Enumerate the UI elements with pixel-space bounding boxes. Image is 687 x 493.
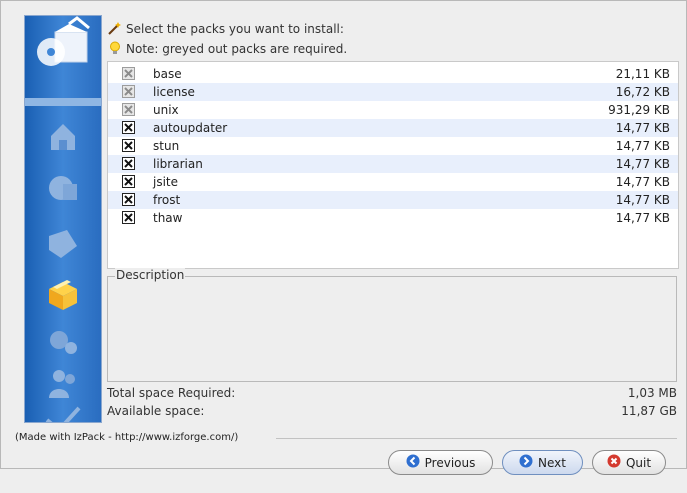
pack-name: jsite xyxy=(153,175,179,189)
pack-size: 14,77 KB xyxy=(615,139,670,153)
pack-name: base xyxy=(153,67,182,81)
available-space-row: Available space: 11,87 GB xyxy=(107,404,677,418)
available-space-label: Available space: xyxy=(107,404,205,418)
pack-row[interactable]: thaw 14,77 KB xyxy=(108,209,678,227)
pack-row[interactable]: frost 14,77 KB xyxy=(108,191,678,209)
pack-name: frost xyxy=(153,193,181,207)
pack-row: license 16,72 KB xyxy=(108,83,678,101)
installer-logo-icon xyxy=(25,16,101,76)
license-icon xyxy=(43,170,83,206)
cancel-icon xyxy=(607,454,621,471)
quit-label: Quit xyxy=(625,455,652,470)
pack-size: 21,11 KB xyxy=(615,67,670,81)
pack-checkbox[interactable] xyxy=(122,175,135,188)
packs-list: base 21,11 KB license 16,72 KB unix 931,… xyxy=(107,61,679,269)
arrow-right-icon xyxy=(519,454,533,471)
required-space-value: 1,03 MB xyxy=(627,386,677,400)
pack-size: 14,77 KB xyxy=(615,121,670,135)
next-button[interactable]: Next xyxy=(502,450,583,475)
users-icon xyxy=(43,366,83,402)
installer-window: Select the packs you want to install: No… xyxy=(0,0,687,475)
pack-row[interactable]: librarian 14,77 KB xyxy=(108,155,678,173)
home-icon xyxy=(43,118,83,154)
previous-button[interactable]: Previous xyxy=(388,450,493,475)
pack-checkbox[interactable] xyxy=(122,139,135,152)
target-path-icon xyxy=(43,226,83,262)
steps-sidebar xyxy=(24,15,102,423)
pack-name: unix xyxy=(153,103,179,117)
footer-separator xyxy=(276,438,677,439)
pack-name: license xyxy=(153,85,195,99)
arrow-left-icon xyxy=(406,454,420,471)
required-space-row: Total space Required: 1,03 MB xyxy=(107,386,677,400)
pack-checkbox[interactable] xyxy=(122,193,135,206)
previous-label: Previous xyxy=(424,455,476,470)
pack-size: 14,77 KB xyxy=(615,157,670,171)
available-space-value: 11,87 GB xyxy=(621,404,677,418)
pack-checkbox xyxy=(122,103,135,116)
pack-size: 14,77 KB xyxy=(615,193,670,207)
pack-row: unix 931,29 KB xyxy=(108,101,678,119)
pack-row: base 21,11 KB xyxy=(108,65,678,83)
gears-icon xyxy=(43,322,83,358)
pack-checkbox xyxy=(122,85,135,98)
instruction-line: Select the packs you want to install: xyxy=(108,21,344,36)
pack-checkbox[interactable] xyxy=(122,157,135,170)
description-box xyxy=(107,276,677,382)
packs-icon xyxy=(43,278,83,314)
quit-button[interactable]: Quit xyxy=(592,450,666,475)
pack-size: 14,77 KB xyxy=(615,175,670,189)
next-label: Next xyxy=(538,455,566,470)
lightbulb-icon xyxy=(108,41,122,55)
pack-size: 931,29 KB xyxy=(608,103,670,117)
pack-name: stun xyxy=(153,139,180,153)
pack-checkbox[interactable] xyxy=(122,121,135,134)
required-space-label: Total space Required: xyxy=(107,386,236,400)
pack-checkbox xyxy=(122,67,135,80)
pack-name: autoupdater xyxy=(153,121,228,135)
pack-name: thaw xyxy=(153,211,183,225)
note-text: Note: greyed out packs are required. xyxy=(126,42,348,56)
pack-size: 16,72 KB xyxy=(615,85,670,99)
pack-row[interactable]: stun 14,77 KB xyxy=(108,137,678,155)
instruction-text: Select the packs you want to install: xyxy=(126,22,344,36)
pack-name: librarian xyxy=(153,157,203,171)
made-with-label: (Made with IzPack - http://www.izforge.c… xyxy=(15,432,239,443)
sidebar-separator xyxy=(25,98,101,106)
pack-checkbox[interactable] xyxy=(122,211,135,224)
pack-row[interactable]: jsite 14,77 KB xyxy=(108,173,678,191)
finish-check-icon xyxy=(43,402,83,422)
pack-row[interactable]: autoupdater 14,77 KB xyxy=(108,119,678,137)
description-legend: Description xyxy=(115,268,186,282)
wand-icon xyxy=(108,21,122,35)
pack-size: 14,77 KB xyxy=(615,211,670,225)
note-line: Note: greyed out packs are required. xyxy=(108,41,347,56)
